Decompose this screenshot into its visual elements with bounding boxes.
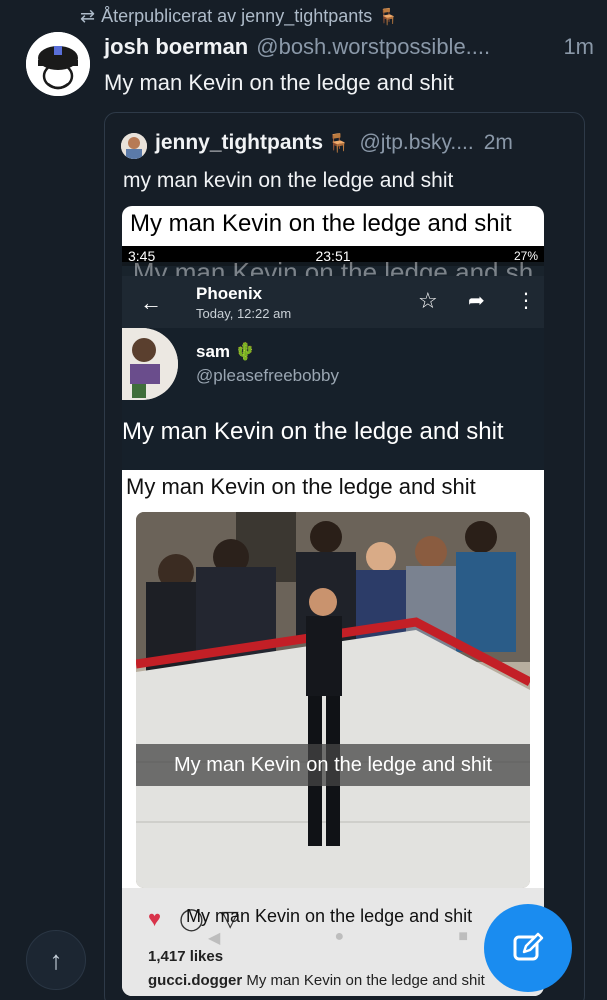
meme-top-caption: My man Kevin on the ledge and shit [122, 206, 544, 246]
ig-overlay-caption: My man Kevin on the ledge and shit [186, 906, 473, 926]
quoted-author-name[interactable]: jenny_tightpants [155, 131, 323, 155]
author-name[interactable]: josh boerman [104, 34, 248, 60]
quoted-author-handle[interactable]: @jtp.bsky.... [359, 131, 473, 155]
app-bar: ← Phoenix Today, 12:22 am ☆ ➦ ⋮ [122, 276, 544, 328]
app-subtitle: Today, 12:22 am [196, 306, 292, 321]
app-title: Phoenix [196, 284, 263, 303]
repost-icon: ⇄ [80, 6, 96, 26]
repost-text: Återpublicerat av jenny_tightpants [101, 6, 373, 26]
post-author-row[interactable]: josh boerman @bosh.worstpossible.... 1m [104, 34, 594, 60]
avatar[interactable] [26, 32, 90, 96]
quoted-avatar[interactable] [121, 133, 147, 159]
ig-likes: 1,417 likes [148, 948, 224, 965]
nav-home-icon: ● [334, 928, 345, 945]
arrow-up-icon: ↑ [49, 944, 63, 975]
chair-emoji-icon: 🪑 [327, 133, 350, 153]
compose-button[interactable] [484, 904, 572, 992]
android-nav: ◀ ● ■ [208, 928, 468, 948]
nav-back-icon: ◀ [208, 930, 221, 947]
share-icon: ➦ [468, 290, 485, 312]
author-handle[interactable]: @bosh.worstpossible.... [256, 34, 553, 60]
post-image[interactable]: My man Kevin on the ledge and shit 3:45 … [122, 206, 544, 996]
tweet-handle: @pleasefreebobby [196, 366, 339, 385]
post-text: My man Kevin on the ledge and shit [104, 70, 454, 95]
chair-emoji-icon: 🪑 [378, 8, 399, 26]
tweet-author: sam 🌵 [196, 342, 256, 361]
compose-icon [513, 932, 544, 961]
back-arrow-icon: ← [140, 290, 162, 315]
quoted-time: 2m [483, 131, 513, 154]
more-vertical-icon: ⋮ [516, 290, 536, 312]
tweet-text: My man Kevin on the ledge and shit [122, 418, 504, 445]
inner-meme: My man Kevin on the ledge and shit My ma… [122, 470, 544, 996]
star-icon: ☆ [418, 288, 438, 313]
ig-user: gucci.dogger [148, 972, 243, 989]
instagram-footer: ♥ ◯ ▽ My man Kevin on the ledge and shit… [122, 888, 544, 996]
meme-photo: My man Kevin on the ledge and shit [136, 512, 530, 888]
nav-recents-icon: ■ [458, 928, 468, 945]
post-time: 1m [563, 34, 594, 59]
photo-caption: My man Kevin on the ledge and shit [136, 744, 530, 786]
tweet-avatar [122, 328, 178, 400]
quoted-author-row[interactable]: jenny_tightpants 🪑 @jtp.bsky.... 2m [155, 131, 575, 155]
repost-indicator[interactable]: ⇄ Återpublicerat av jenny_tightpants 🪑 [80, 6, 398, 27]
screenshot-tweet: sam 🌵 @pleasefreebobby My man Kevin on t… [122, 328, 544, 470]
status-battery: 27% [513, 249, 539, 263]
inner-meme-title: My man Kevin on the ledge and shit [126, 474, 476, 499]
ig-caption-row: gucci.dogger My man Kevin on the ledge a… [148, 972, 485, 989]
scroll-to-top-button[interactable]: ↑ [26, 930, 86, 990]
ig-caption-text: My man Kevin on the ledge and shit [246, 972, 485, 989]
cactus-emoji-icon: 🌵 [234, 342, 256, 361]
quoted-text: my man kevin on the ledge and shit [123, 169, 454, 192]
heart-icon: ♥ [148, 906, 162, 931]
